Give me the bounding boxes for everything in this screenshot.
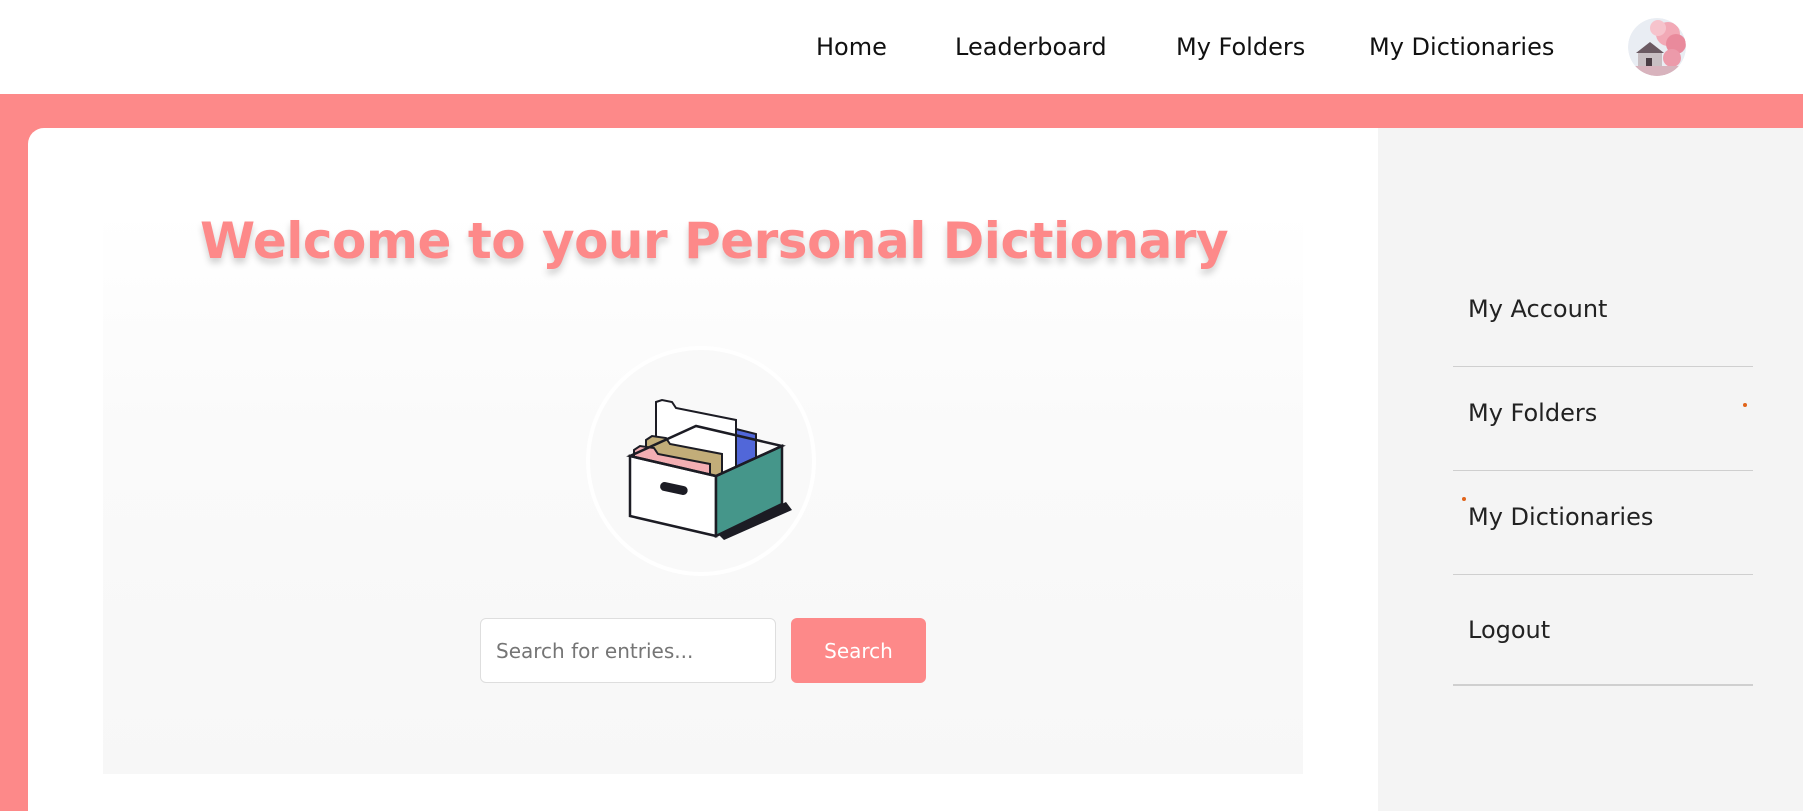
sidebar-divider bbox=[1453, 574, 1753, 575]
avatar-image bbox=[1628, 18, 1686, 76]
avatar[interactable] bbox=[1628, 18, 1686, 76]
file-box-icon bbox=[590, 350, 812, 572]
sidebar-item-my-account[interactable]: My Account bbox=[1453, 294, 1753, 324]
top-navbar: Home Leaderboard My Folders My Dictionar… bbox=[0, 0, 1803, 94]
nav-link-my-folders[interactable]: My Folders bbox=[1176, 32, 1305, 62]
sidebar-item-label: My Folders bbox=[1468, 399, 1598, 427]
sidebar-item-my-folders[interactable]: My Folders bbox=[1453, 398, 1753, 428]
sidebar-divider bbox=[1453, 366, 1753, 367]
indicator-dot bbox=[1462, 497, 1466, 501]
sidebar-item-my-dictionaries[interactable]: My Dictionaries bbox=[1453, 502, 1753, 532]
nav-link-leaderboard[interactable]: Leaderboard bbox=[955, 32, 1107, 62]
sidebar-item-label: My Dictionaries bbox=[1468, 503, 1654, 531]
sidebar-divider bbox=[1453, 684, 1753, 686]
search-input[interactable] bbox=[480, 618, 776, 683]
sidebar-item-logout[interactable]: Logout bbox=[1453, 615, 1753, 645]
nav-link-home[interactable]: Home bbox=[816, 32, 887, 62]
nav-link-my-dictionaries[interactable]: My Dictionaries bbox=[1369, 32, 1554, 62]
sidebar-divider bbox=[1453, 470, 1753, 471]
sidebar-item-label: Logout bbox=[1468, 616, 1551, 644]
page-title: Welcome to your Personal Dictionary bbox=[200, 212, 1229, 270]
indicator-dot bbox=[1743, 403, 1747, 407]
sidebar-item-label: My Account bbox=[1468, 295, 1608, 323]
search-button[interactable]: Search bbox=[791, 618, 926, 683]
